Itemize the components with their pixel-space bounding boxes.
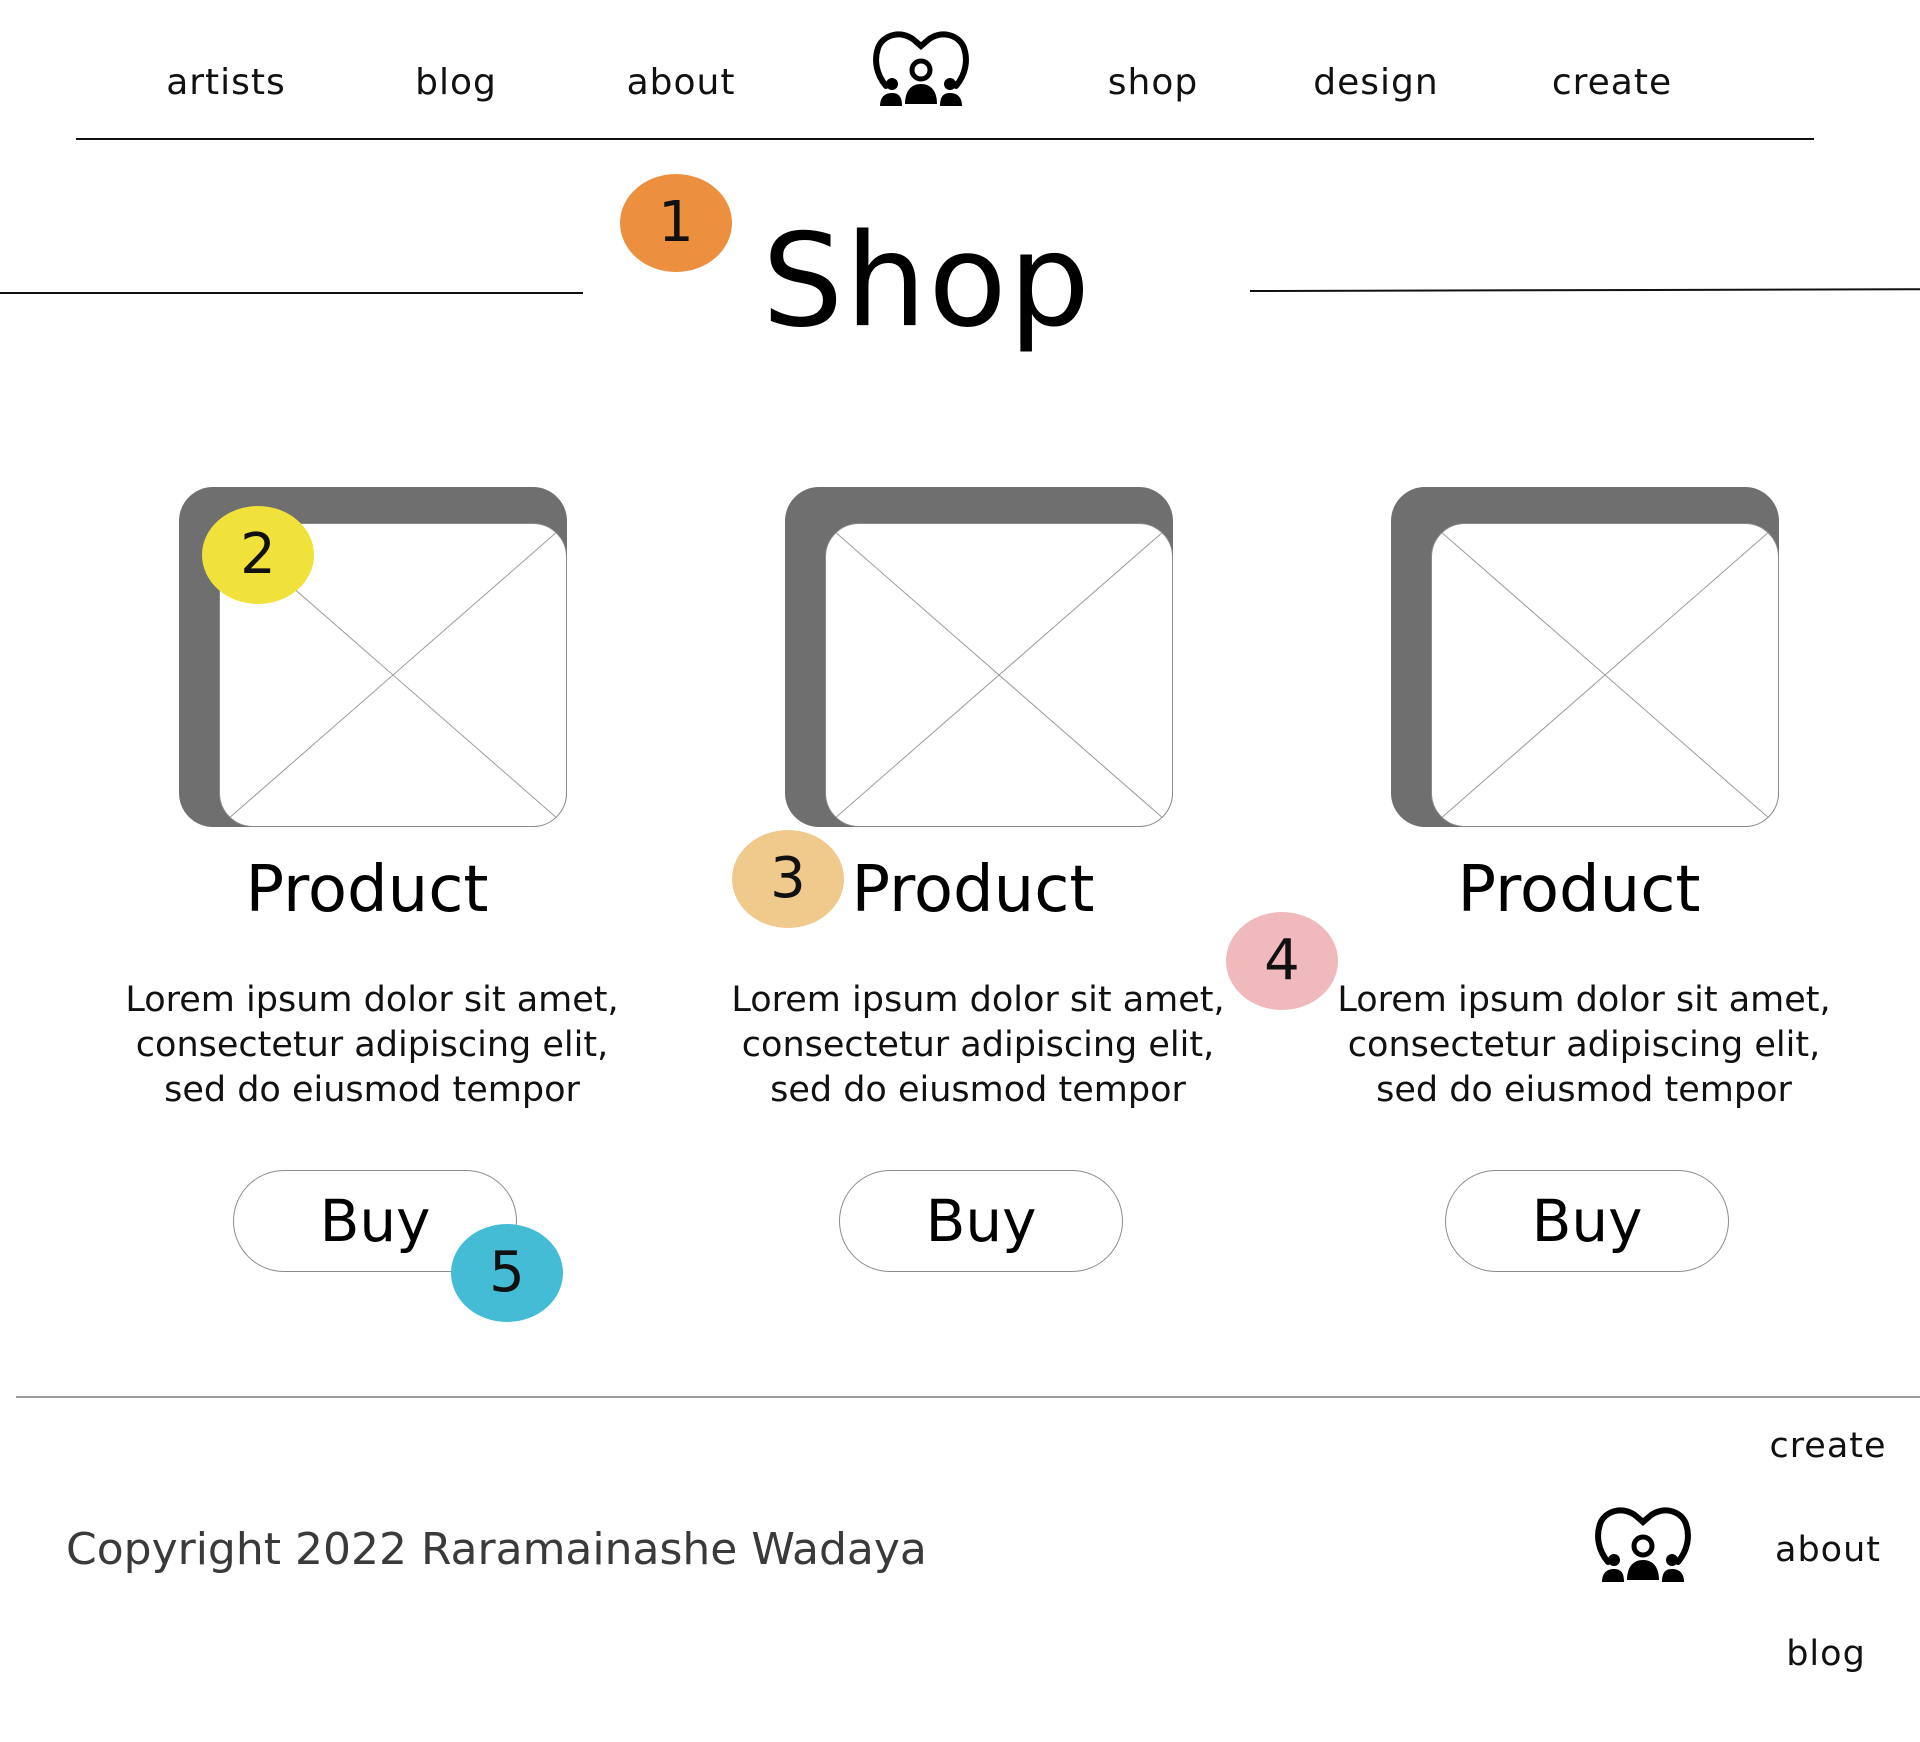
title-rule-right [1249, 288, 1920, 292]
description-line: Lorem ipsum dolor sit amet, [731, 980, 1225, 1020]
annotation-marker-4: 4 [1226, 912, 1338, 1010]
image-placeholder-icon [1431, 523, 1779, 827]
nav-link-design[interactable]: design [1313, 62, 1438, 103]
description-line: consectetur adipiscing elit, [1347, 1025, 1821, 1065]
annotation-marker-3: 3 [732, 830, 844, 928]
nav-link-artists[interactable]: artists [166, 62, 286, 103]
nav-link-create[interactable]: create [1552, 62, 1672, 103]
footer-divider [16, 1396, 1920, 1398]
description-line: sed do eiusmod tempor [770, 1070, 1186, 1110]
description-line: sed do eiusmod tempor [164, 1070, 580, 1110]
footer-link-about[interactable]: about [1775, 1530, 1881, 1570]
heart-people-logo-icon[interactable] [1594, 1504, 1692, 1584]
nav-link-about[interactable]: about [627, 62, 736, 103]
nav-link-shop[interactable]: shop [1108, 62, 1198, 103]
copyright-text: Copyright 2022 Raramainashe Wadaya [66, 1524, 927, 1575]
footer-link-create[interactable]: create [1769, 1426, 1886, 1466]
annotation-marker-2: 2 [202, 506, 314, 604]
footer-link-blog[interactable]: blog [1786, 1634, 1866, 1674]
description-line: sed do eiusmod tempor [1376, 1070, 1792, 1110]
product-description: Lorem ipsum dolor sit amet, consectetur … [102, 978, 642, 1113]
description-line: Lorem ipsum dolor sit amet, [125, 980, 619, 1020]
image-placeholder-icon [825, 523, 1173, 827]
heart-people-logo-icon[interactable] [872, 28, 970, 108]
product-description: Lorem ipsum dolor sit amet, consectetur … [1314, 978, 1854, 1113]
description-line: consectetur adipiscing elit, [741, 1025, 1215, 1065]
annotation-marker-5: 5 [451, 1224, 563, 1322]
description-line: Lorem ipsum dolor sit amet, [1337, 980, 1831, 1020]
product-name: Product [1457, 853, 1701, 927]
product-image-frame [1391, 487, 1779, 827]
product-name: Product [245, 853, 489, 927]
nav-link-blog[interactable]: blog [415, 62, 497, 103]
title-rule-left [0, 292, 583, 294]
description-line: consectetur adipiscing elit, [135, 1025, 609, 1065]
buy-button[interactable]: Buy [839, 1170, 1123, 1272]
product-description: Lorem ipsum dolor sit amet, consectetur … [708, 978, 1248, 1113]
product-image-frame [785, 487, 1173, 827]
buy-button[interactable]: Buy [1445, 1170, 1729, 1272]
nav-divider [76, 138, 1814, 140]
page-title: Shop [762, 207, 1092, 356]
annotation-marker-1: 1 [620, 174, 732, 272]
